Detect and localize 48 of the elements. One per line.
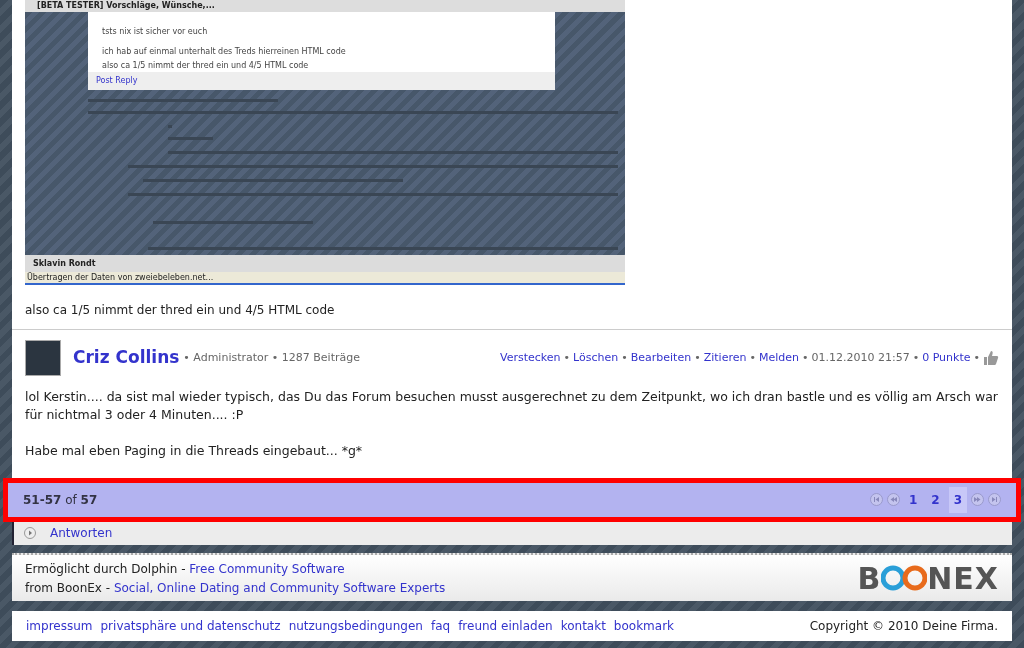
- previous-page-icon[interactable]: [886, 493, 900, 507]
- taskbar: Sklavin Rondt: [25, 255, 625, 272]
- page-link[interactable]: 3: [948, 486, 967, 513]
- action-link[interactable]: Löschen: [573, 349, 619, 367]
- footer-link[interactable]: privatsphäre und datenschutz: [100, 617, 281, 635]
- action-link[interactable]: Zitieren: [703, 349, 747, 367]
- footer-link[interactable]: kontakt: [560, 617, 606, 635]
- points-link[interactable]: 0 Punkte: [922, 349, 971, 367]
- separator-dot: •: [563, 349, 571, 366]
- separator-dot: •: [694, 349, 701, 366]
- first-page-icon[interactable]: [869, 493, 883, 507]
- boonex-logo: B NEX: [857, 559, 999, 598]
- footer-link[interactable]: nutzungsbedingungen: [288, 617, 423, 635]
- action-link[interactable]: Bearbeiten: [630, 349, 692, 367]
- page-link[interactable]: 2: [926, 486, 945, 513]
- author-meta: • Administrator • 1287 Beiträge: [183, 349, 360, 366]
- page-link[interactable]: 1: [903, 486, 923, 513]
- post-text: also ca 1/5 nimmt der thred ein und 4/5 HTML code: [24, 302, 336, 319]
- post-text: Habe mal eben Paging in die Threads eingebaut... *g*: [25, 442, 364, 460]
- footer-link[interactable]: Social, Online Dating and Community Software Experts: [113, 580, 446, 595]
- footer-link[interactable]: impressum: [26, 617, 93, 635]
- post-line: ich hab auf einmal unterhalt des Treds hierreinen HTML code: [102, 46, 347, 58]
- action-link[interactable]: Melden: [758, 349, 799, 367]
- footer-link[interactable]: freund einladen: [458, 617, 553, 635]
- post-text: lol Kerstin.... da sist mal wieder typisch, das Du das Forum besuchen musst ausgerechnet zu dem Zeitpunkt, wo ich dran bastle und es völlig am Arsch war für nichtmal 3 oder 4 Minuten.... :P: [25, 388, 999, 424]
- post-line: also ca 1/5 nimmt der thred ein und 4/5 HTML code: [102, 60, 310, 72]
- footer-link[interactable]: Free Community Software: [189, 561, 345, 576]
- avatar-image: [25, 340, 61, 376]
- thumbs-up-icon[interactable]: [983, 350, 999, 366]
- post-date: 01.12.2010 21:57: [811, 349, 910, 366]
- from-text: from BoonEx - Social, Online Dating and Community Software Experts: [25, 579, 446, 597]
- separator-dot: •: [912, 349, 920, 366]
- last-page-icon[interactable]: [988, 493, 1001, 507]
- powered-by-text: Ermöglicht durch Dolphin - Free Community Software: [25, 560, 346, 578]
- separator-dot: •: [973, 349, 980, 366]
- footer-link[interactable]: faq: [430, 617, 451, 635]
- action-link[interactable]: Verstecken: [500, 349, 561, 367]
- author-link[interactable]: Criz Collins: [73, 345, 180, 371]
- separator-dot: •: [621, 349, 628, 366]
- footer-link[interactable]: bookmark: [613, 617, 675, 635]
- play-icon: [24, 527, 36, 540]
- reply-link[interactable]: Antworten: [50, 524, 113, 543]
- next-page-icon[interactable]: [971, 493, 984, 507]
- paging-summary: 51-57 of 57: [23, 491, 98, 509]
- separator-dot: •: [801, 349, 809, 366]
- post-line: tsts nix ist sicher vor euch: [102, 26, 209, 38]
- separator-dot: •: [749, 349, 756, 366]
- copyright-text: Copyright © 2010 Deine Firma.: [809, 618, 998, 635]
